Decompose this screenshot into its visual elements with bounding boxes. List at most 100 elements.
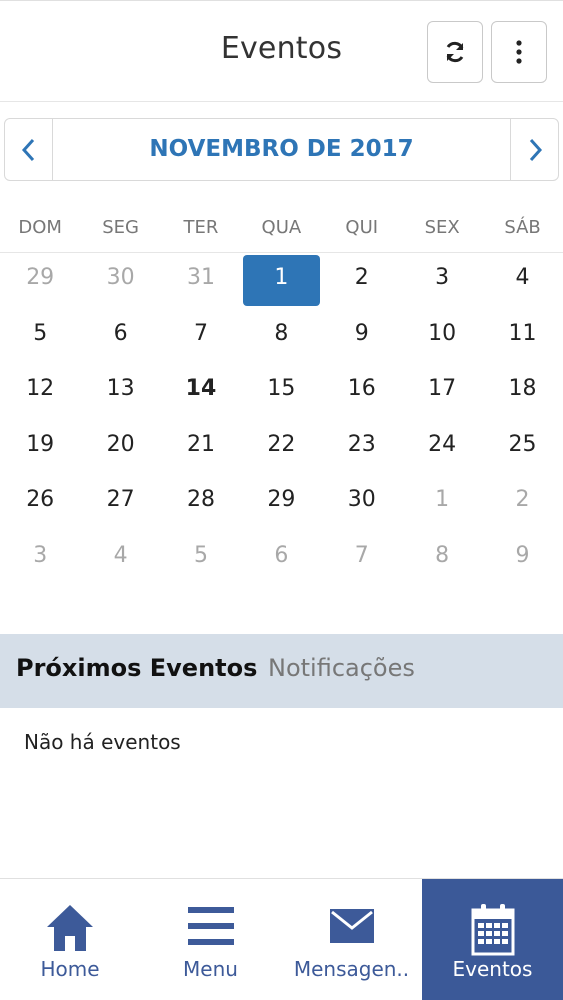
calendar-day[interactable]: 2 — [322, 253, 402, 309]
calendar-day-number: 7 — [354, 542, 369, 568]
calendar-day-number: 18 — [508, 376, 537, 401]
bottom-navigation: Home Menu Mensagen.. Eventos — [0, 878, 563, 1000]
calendar-day-number: 4 — [113, 542, 128, 568]
calendar-day[interactable]: 6 — [80, 309, 160, 365]
calendar-day[interactable]: 11 — [482, 309, 562, 365]
weekday-label: SEX — [424, 217, 460, 238]
calendar-day[interactable]: 9 — [322, 309, 402, 365]
calendar-day-number: 14 — [185, 376, 217, 401]
next-month-button[interactable] — [510, 119, 558, 180]
calendar-day[interactable]: 3 — [402, 253, 482, 309]
calendar-day-number: 8 — [435, 542, 450, 568]
calendar-day[interactable]: 28 — [161, 475, 241, 531]
calendar-week-row: 12 13 14 15 16 17 18 — [0, 364, 563, 420]
calendar-day[interactable]: 30 — [80, 253, 160, 309]
calendar-day[interactable]: 23 — [322, 420, 402, 476]
calendar-day-number: 2 — [354, 265, 369, 290]
calendar-day-number: 9 — [354, 320, 369, 346]
calendar-day[interactable]: 7 — [322, 531, 402, 587]
calendar-day-today[interactable]: 14 — [161, 364, 241, 420]
calendar-day-number: 5 — [193, 542, 208, 568]
calendar-day[interactable]: 24 — [402, 420, 482, 476]
calendar-day-number: 22 — [267, 431, 296, 457]
calendar-day[interactable]: 5 — [161, 531, 241, 587]
calendar-day-number: 26 — [26, 487, 55, 512]
nav-home[interactable]: Home — [0, 879, 140, 1000]
calendar-day[interactable]: 29 — [0, 253, 80, 309]
calendar-day-number: 5 — [33, 320, 48, 346]
previous-month-button[interactable] — [5, 119, 53, 180]
chevron-right-icon — [529, 138, 542, 161]
weekday-header: DOM SEG TER QUA QUI SEX SÁB — [0, 205, 563, 253]
weekday-label: SÁB — [504, 217, 541, 238]
app-header: Eventos — [0, 0, 563, 102]
calendar-day-number: 6 — [113, 320, 128, 346]
nav-menu-label: Menu — [183, 957, 238, 981]
menu-icon — [187, 907, 234, 945]
calendar-day-number: 28 — [186, 487, 215, 512]
nav-events[interactable]: Eventos — [422, 879, 563, 1000]
calendar-day[interactable]: 13 — [80, 364, 160, 420]
tab-upcoming-events[interactable]: Próximos Eventos — [16, 654, 257, 682]
calendar-day-number: 2 — [515, 487, 530, 512]
nav-menu[interactable]: Menu — [140, 879, 281, 1000]
more-options-button[interactable] — [491, 21, 547, 83]
refresh-button[interactable] — [427, 21, 483, 83]
tab-notifications[interactable]: Notificações — [268, 654, 415, 682]
calendar-day[interactable]: 4 — [482, 253, 562, 309]
weekday-label: QUI — [345, 217, 379, 238]
calendar-day[interactable]: 8 — [402, 531, 482, 587]
calendar-day[interactable]: 26 — [0, 475, 80, 531]
calendar-day-number: 17 — [428, 376, 457, 401]
calendar-day-number: 31 — [186, 265, 215, 290]
weekday-label: QUA — [261, 217, 302, 238]
weekday-label: SEG — [102, 217, 139, 238]
calendar-day-number: 21 — [186, 431, 215, 457]
calendar-day-number: 24 — [428, 431, 457, 457]
calendar-day[interactable]: 1 — [402, 475, 482, 531]
envelope-icon — [329, 909, 374, 943]
nav-messages[interactable]: Mensagen.. — [281, 879, 422, 1000]
calendar-day-number: 15 — [267, 376, 296, 401]
calendar-day[interactable]: 2 — [482, 475, 562, 531]
calendar-day[interactable]: 16 — [322, 364, 402, 420]
calendar-day-selected[interactable]: 1 — [241, 253, 321, 309]
calendar-day-number: 8 — [274, 320, 289, 346]
calendar-day[interactable]: 18 — [482, 364, 562, 420]
calendar-day[interactable]: 5 — [0, 309, 80, 365]
calendar-day[interactable]: 9 — [482, 531, 562, 587]
calendar-day[interactable]: 29 — [241, 475, 321, 531]
calendar-day-number: 13 — [106, 376, 135, 401]
calendar-day-number: 1 — [435, 487, 450, 512]
calendar-day[interactable]: 7 — [161, 309, 241, 365]
calendar-week-row: 29 30 31 1 2 3 4 — [0, 253, 563, 309]
calendar-day[interactable]: 31 — [161, 253, 241, 309]
calendar-day[interactable]: 19 — [0, 420, 80, 476]
calendar-day[interactable]: 20 — [80, 420, 160, 476]
calendar-day[interactable]: 12 — [0, 364, 80, 420]
calendar-day[interactable]: 30 — [322, 475, 402, 531]
calendar-day[interactable]: 6 — [241, 531, 321, 587]
calendar-day[interactable]: 3 — [0, 531, 80, 587]
calendar-day[interactable]: 17 — [402, 364, 482, 420]
calendar-day[interactable]: 15 — [241, 364, 321, 420]
calendar-day-number: 7 — [193, 320, 208, 346]
calendar-day[interactable]: 4 — [80, 531, 160, 587]
calendar-day-number: 19 — [26, 431, 55, 457]
weekday-label: TER — [183, 217, 219, 238]
calendar-week-row: 3 4 5 6 7 8 9 — [0, 531, 563, 587]
month-selector: NOVEMBRO DE 2017 — [4, 118, 559, 181]
home-icon — [47, 905, 93, 951]
calendar-day-number: 12 — [26, 376, 55, 401]
calendar-day[interactable]: 25 — [482, 420, 562, 476]
calendar-day[interactable]: 10 — [402, 309, 482, 365]
calendar-day-number: 3 — [435, 265, 450, 290]
nav-home-label: Home — [40, 957, 100, 981]
calendar-day[interactable]: 8 — [241, 309, 321, 365]
calendar-day[interactable]: 27 — [80, 475, 160, 531]
calendar-day-number: 29 — [26, 265, 55, 290]
calendar-day[interactable]: 21 — [161, 420, 241, 476]
calendar-day[interactable]: 22 — [241, 420, 321, 476]
calendar-day-number: 10 — [428, 320, 457, 346]
nav-events-label: Eventos — [452, 957, 533, 981]
